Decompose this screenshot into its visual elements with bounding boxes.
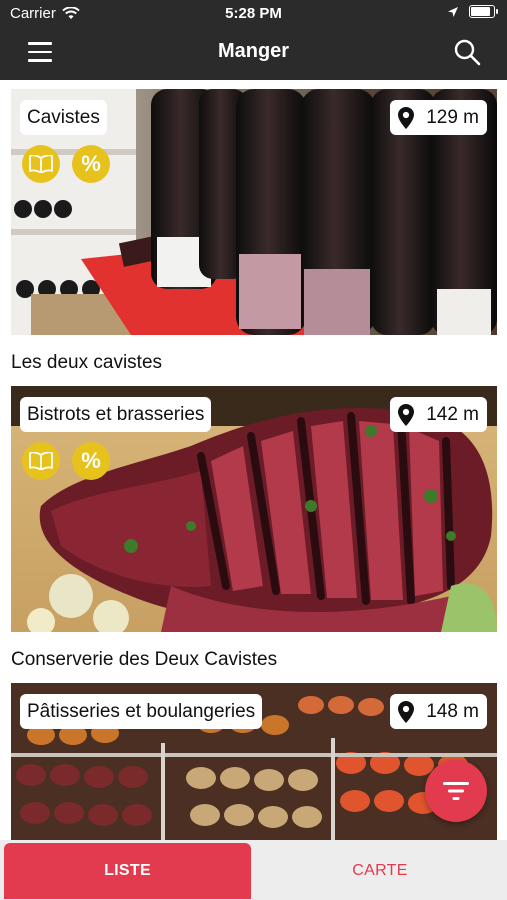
distance-badge: 129 m — [390, 100, 487, 135]
top-bar: Carrier 5:28 PM Manger — [0, 0, 507, 80]
distance-text: 129 m — [426, 106, 479, 128]
discount-percent-icon: % — [72, 442, 110, 480]
place-name[interactable]: Les deux cavistes — [11, 352, 162, 374]
filter-icon — [443, 782, 469, 800]
battery-icon — [469, 5, 498, 18]
status-time: 5:28 PM — [225, 5, 282, 22]
tab-map[interactable]: CARTE — [256, 843, 504, 899]
place-card[interactable]: Pâtisseries et boulangeries 148 m — [11, 683, 497, 840]
map-pin-icon — [398, 106, 415, 129]
filter-button[interactable] — [425, 760, 487, 822]
page-title: Manger — [217, 40, 290, 62]
status-bar: Carrier 5:28 PM — [0, 0, 507, 28]
category-label: Cavistes — [20, 100, 107, 135]
discount-percent-icon: % — [72, 145, 110, 183]
location-arrow-icon — [448, 6, 458, 17]
category-label: Bistrots et brasseries — [20, 397, 212, 432]
place-photo[interactable]: Cavistes 129 m % — [11, 89, 497, 335]
nav-bar: Manger — [0, 28, 507, 80]
distance-text: 142 m — [426, 403, 479, 425]
distance-text: 148 m — [426, 700, 479, 722]
battery-level — [471, 7, 491, 16]
search-icon[interactable] — [453, 38, 481, 66]
guide-book-icon — [22, 145, 60, 183]
guide-book-icon — [22, 442, 60, 480]
place-photo[interactable]: Pâtisseries et boulangeries 148 m — [11, 683, 497, 840]
status-right — [447, 5, 498, 18]
place-photo[interactable]: Bistrots et brasseries 142 m % — [11, 386, 497, 632]
distance-badge: 142 m — [390, 397, 487, 432]
place-card[interactable]: Bistrots et brasseries 142 m % Conserver… — [11, 386, 497, 676]
place-card[interactable]: Cavistes 129 m % Les deux cavistes — [11, 89, 497, 379]
tab-list[interactable]: LISTE — [4, 843, 251, 899]
category-label: Pâtisseries et boulangeries — [20, 694, 263, 729]
bottom-tab-bar: LISTE CARTE — [0, 840, 507, 900]
offer-badges: % — [22, 145, 110, 183]
map-pin-icon — [398, 700, 415, 723]
places-list[interactable]: Cavistes 129 m % Les deux cavistes Bistr… — [0, 80, 507, 840]
offer-badges: % — [22, 442, 110, 480]
map-pin-icon — [398, 403, 415, 426]
place-name[interactable]: Conserverie des Deux Cavistes — [11, 649, 277, 671]
distance-badge: 148 m — [390, 694, 487, 729]
